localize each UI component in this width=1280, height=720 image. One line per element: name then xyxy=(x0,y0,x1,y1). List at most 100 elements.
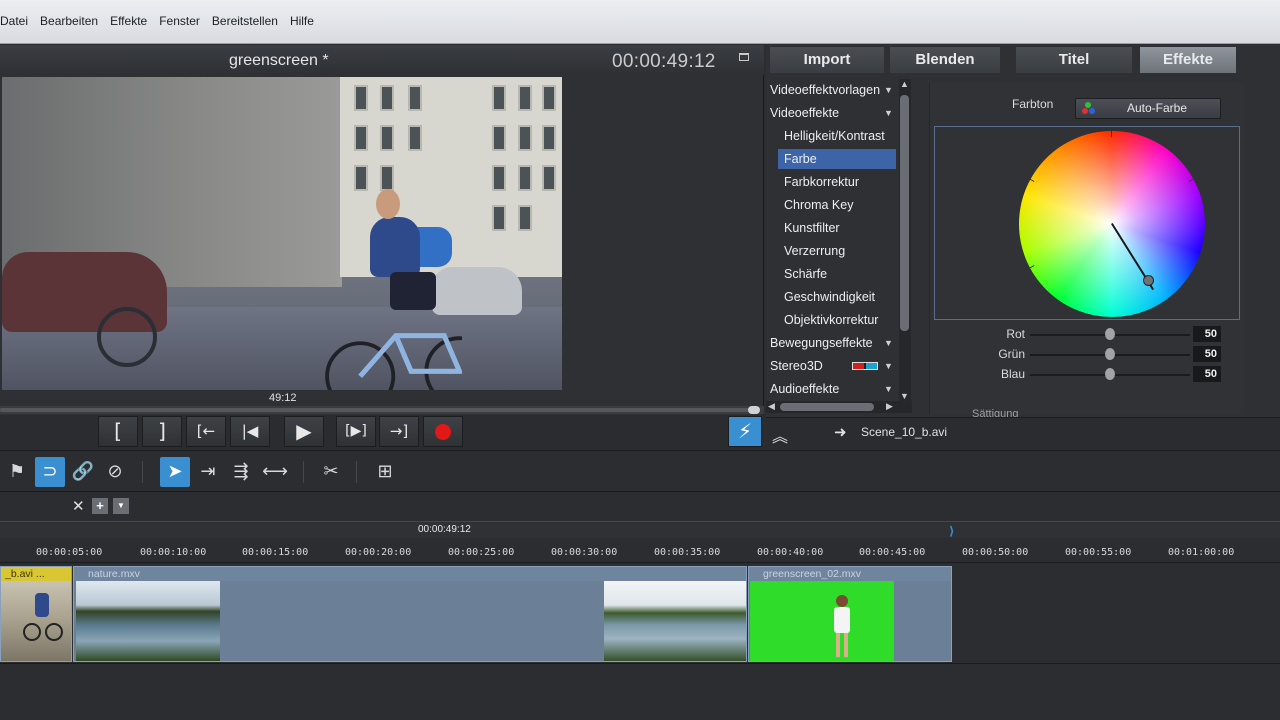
next-frame-button[interactable]: [▶] xyxy=(336,416,376,447)
monitor-title-bar: greenscreen * 00:00:49:12 xyxy=(0,45,764,75)
timeline-toolbar: ⚑ ⊃ 🔗 ⊘ ➤ ⇥ ⇶ ⟷ ✂ ⊞ xyxy=(0,450,1280,492)
chevron-down-icon[interactable]: ▼ xyxy=(884,361,893,371)
menu-bearbeiten[interactable]: Bearbeiten xyxy=(34,14,104,28)
tab-effekte[interactable]: Effekte xyxy=(1140,47,1236,73)
color-wheel-area xyxy=(934,126,1240,320)
record-icon xyxy=(435,424,451,440)
unlink-icon[interactable]: ⊘ xyxy=(100,457,130,487)
arrow-right-icon: ➜ xyxy=(834,424,847,441)
farbton-label: Farbton xyxy=(1012,97,1054,111)
menu-bereitstellen[interactable]: Bereitstellen xyxy=(206,14,284,28)
project-title: greenscreen * xyxy=(229,52,329,69)
preview-monitor: greenscreen * 00:00:49:12 49:12 [] [← |… xyxy=(0,45,764,448)
clip-greenscreen[interactable]: greenscreen_02.mxv xyxy=(748,566,952,662)
current-file-name: Scene_10_b.avi xyxy=(861,425,948,439)
scroll-left-icon[interactable]: ◀ xyxy=(768,401,775,412)
slider-gruen-value[interactable]: 50 xyxy=(1193,346,1221,362)
scroll-right-icon[interactable]: ▶ xyxy=(886,401,893,412)
multi-track-mode-icon[interactable]: ⇶ xyxy=(226,457,256,487)
chevron-down-icon[interactable]: ▼ xyxy=(884,338,893,348)
empty-track xyxy=(0,665,1280,720)
auto-farbe-button[interactable]: Auto-Farbe xyxy=(1075,98,1221,119)
video-preview[interactable] xyxy=(2,77,562,390)
collapse-up-icon[interactable]: ︽ xyxy=(772,423,788,447)
tree-horizontal-scrollbar[interactable]: ◀ ▶ xyxy=(766,401,912,413)
slider-rot-value[interactable]: 50 xyxy=(1193,326,1221,342)
tree-item-farbe[interactable]: Farbe xyxy=(778,149,896,169)
slider-blau-handle[interactable] xyxy=(1105,368,1115,380)
chevron-down-icon[interactable]: ▼ xyxy=(884,85,893,95)
tree-item-verzerrung[interactable]: Verzerrung xyxy=(784,244,845,258)
previous-frame-button[interactable]: |◀ xyxy=(230,416,270,447)
slider-blau-value[interactable]: 50 xyxy=(1193,366,1221,382)
pointer-icon[interactable]: ➤ xyxy=(160,457,190,487)
mark-in-button[interactable]: [ xyxy=(98,416,138,447)
scroll-thumb[interactable] xyxy=(900,95,909,331)
timeline-ruler[interactable]: 00:00:05:00 00:00:10:00 00:00:15:00 00:0… xyxy=(0,539,1280,563)
razor-icon[interactable]: ✂ xyxy=(316,457,346,487)
transport-controls: [ ] [← |◀ ▶ [▶] →] ⚡ xyxy=(0,415,764,448)
frame-label: 49:12 xyxy=(269,392,297,404)
ruler-label: 00:00:15:00 xyxy=(242,547,309,558)
tree-item-chroma-key[interactable]: Chroma Key xyxy=(784,198,853,212)
ruler-label: 00:00:20:00 xyxy=(345,547,412,558)
zoom-fit-icon[interactable]: ⊞ xyxy=(370,457,400,487)
chevron-down-icon[interactable]: ▼ xyxy=(884,384,893,394)
clip-scene-10[interactable]: _b.avi ... xyxy=(0,566,72,662)
record-button[interactable] xyxy=(423,416,463,447)
toolbar-divider xyxy=(142,461,143,483)
range-mode-icon[interactable]: ⟷ xyxy=(260,457,290,487)
go-to-in-button[interactable]: [← xyxy=(186,416,226,447)
link-icon[interactable]: 🔗 xyxy=(68,457,98,487)
tab-import[interactable]: Import xyxy=(770,47,884,73)
effects-tree: Videoeffektvorlagen ▼ Videoeffekte ▼ Hel… xyxy=(766,77,900,415)
scroll-down-icon[interactable]: ▼ xyxy=(900,391,909,401)
scroll-thumb[interactable] xyxy=(780,403,874,411)
tree-item-farbkorrektur[interactable]: Farbkorrektur xyxy=(784,175,859,189)
tree-item-kunstfilter[interactable]: Kunstfilter xyxy=(784,221,840,235)
tab-titel[interactable]: Titel xyxy=(1016,47,1132,73)
effect-settings-panel: Farbton Auto-Farbe Rot 50 Grün 50 Blau 5… xyxy=(929,83,1244,420)
clip-thumbnail xyxy=(750,581,894,661)
tab-blenden[interactable]: Blenden xyxy=(890,47,1000,73)
tree-vertical-scrollbar[interactable]: ▲ ▼ xyxy=(899,79,911,401)
clip-nature[interactable]: nature.mxv xyxy=(73,566,747,662)
tree-item-objektivkorrektur[interactable]: Objektivkorrektur xyxy=(784,313,878,327)
chevron-down-icon[interactable]: ▼ xyxy=(884,108,893,118)
add-track-icon[interactable]: + xyxy=(92,498,108,514)
maximize-icon[interactable] xyxy=(739,53,749,61)
tree-group-stereo3d[interactable]: Stereo3D xyxy=(770,359,823,373)
ruler-label: 00:00:50:00 xyxy=(962,547,1029,558)
tree-group-audioeffekte[interactable]: Audioeffekte xyxy=(770,382,839,396)
tree-group-videoeffektvorlagen[interactable]: Videoeffektvorlagen xyxy=(770,83,880,97)
close-icon[interactable]: ✕ xyxy=(72,497,85,515)
timeline-header: ✕ + ▼ xyxy=(0,493,1280,521)
tree-group-videoeffekte[interactable]: Videoeffekte xyxy=(770,106,839,120)
slider-rot-handle[interactable] xyxy=(1105,328,1115,340)
magnet-snap-icon[interactable]: ⊃ xyxy=(35,457,65,487)
tree-item-schaerfe[interactable]: Schärfe xyxy=(784,267,827,281)
video-editor-window: Datei Bearbeiten Effekte Fenster Bereits… xyxy=(0,0,1280,720)
playhead-bar[interactable]: 00:00:49:12 ⟩ xyxy=(0,521,1280,538)
menu-fenster[interactable]: Fenster xyxy=(153,14,206,28)
panel-tabs: Import Blenden Titel Effekte xyxy=(766,45,1280,75)
chevron-down-icon[interactable]: ▼ xyxy=(113,498,129,514)
slider-gruen-handle[interactable] xyxy=(1105,348,1115,360)
hue-handle[interactable] xyxy=(1143,275,1154,286)
scrub-handle[interactable] xyxy=(748,406,760,414)
playhead-marker[interactable]: ⟩ xyxy=(949,524,954,538)
go-to-out-button[interactable]: →] xyxy=(379,416,419,447)
play-button[interactable]: ▶ xyxy=(284,416,324,447)
flag-icon[interactable]: ⚑ xyxy=(2,457,32,487)
menu-effekte[interactable]: Effekte xyxy=(104,14,153,28)
menu-datei[interactable]: Datei xyxy=(0,14,34,28)
tree-group-bewegungseffekte[interactable]: Bewegungseffekte xyxy=(770,336,873,350)
lightning-icon[interactable]: ⚡ xyxy=(728,416,762,447)
scrub-bar[interactable] xyxy=(0,406,764,414)
mark-out-button[interactable]: ] xyxy=(142,416,182,447)
menu-hilfe[interactable]: Hilfe xyxy=(284,14,320,28)
single-track-mode-icon[interactable]: ⇥ xyxy=(193,457,223,487)
tree-item-helligkeit[interactable]: Helligkeit/Kontrast xyxy=(784,129,885,143)
scroll-up-icon[interactable]: ▲ xyxy=(900,79,909,89)
tree-item-geschwindigkeit[interactable]: Geschwindigkeit xyxy=(784,290,875,304)
